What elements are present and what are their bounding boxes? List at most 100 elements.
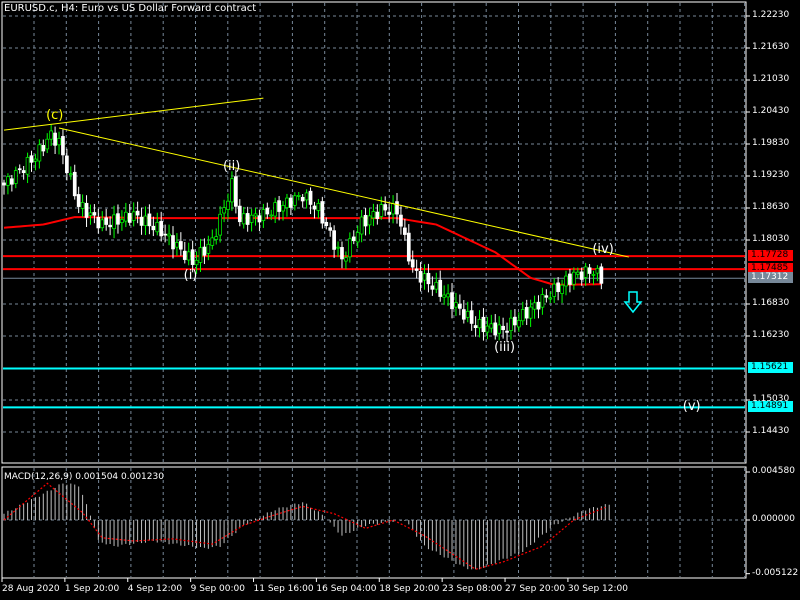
price-axis-label: 1.21630 xyxy=(752,42,790,52)
candle-body xyxy=(163,233,167,236)
candle-body xyxy=(556,282,560,293)
candle-body xyxy=(418,271,423,283)
candle-body xyxy=(123,211,128,222)
candle-body xyxy=(363,214,368,227)
moving-average-line xyxy=(3,216,602,286)
candle-body xyxy=(599,266,604,284)
candle-body xyxy=(552,283,557,297)
candle-body xyxy=(465,310,470,318)
trendline xyxy=(58,127,629,258)
candle-body xyxy=(147,213,152,227)
price-chart[interactable] xyxy=(0,0,800,600)
candle-body xyxy=(281,205,285,212)
candle-body xyxy=(316,202,321,211)
candle-body xyxy=(21,170,26,174)
candle-body xyxy=(332,230,336,250)
time-axis-label: 30 Sep 12:00 xyxy=(567,584,628,594)
candle-body xyxy=(13,170,18,184)
trendline xyxy=(3,97,264,131)
macd-axis-label: 0.004580 xyxy=(752,466,795,476)
price-axis-label: 1.14430 xyxy=(752,426,790,436)
candle-body xyxy=(182,250,187,260)
down-arrow-icon xyxy=(623,291,643,314)
candle-body xyxy=(230,178,234,203)
candle-body xyxy=(135,210,140,216)
candle-body xyxy=(245,213,250,225)
candle-body xyxy=(591,274,596,276)
candle-body xyxy=(25,157,30,175)
time-axis-label: 1 Sep 20:00 xyxy=(64,584,120,594)
candle-body xyxy=(57,138,61,146)
price-level-tag: 1.15621 xyxy=(748,362,793,374)
candle-body xyxy=(438,279,443,297)
candle-body xyxy=(359,216,364,235)
candle-body xyxy=(532,302,537,310)
candle-body xyxy=(210,237,215,246)
candle-body xyxy=(2,182,6,186)
candle-body xyxy=(583,266,588,278)
time-axis-label: 28 Aug 2020 xyxy=(2,584,60,594)
candle-body xyxy=(277,200,281,212)
candle-body xyxy=(485,325,490,333)
candle-body xyxy=(120,219,124,224)
candle-body xyxy=(505,330,509,333)
candle-body xyxy=(285,197,289,208)
wave-label: (ii) xyxy=(222,158,241,174)
candle-body xyxy=(406,232,411,262)
price-axis-label: 1.16230 xyxy=(752,330,790,340)
candle-body xyxy=(218,213,222,236)
candle-body xyxy=(171,235,175,250)
price-level-tag: 1.17728 xyxy=(748,250,793,262)
candle-body xyxy=(347,238,352,258)
time-axis-label: 27 Sep 20:00 xyxy=(505,584,566,594)
candle-body xyxy=(513,316,517,326)
candle-body xyxy=(312,205,317,210)
candle-body xyxy=(434,281,439,290)
candle-body xyxy=(186,251,191,261)
candle-body xyxy=(355,232,360,243)
wave-label: (v) xyxy=(682,398,701,414)
candle-body xyxy=(127,213,132,223)
candle-body xyxy=(41,145,46,152)
candle-body xyxy=(198,247,203,263)
candle-body xyxy=(351,236,356,242)
price-axis-label: 1.18030 xyxy=(752,234,790,244)
candle-body xyxy=(45,138,50,150)
candle-body xyxy=(469,310,474,324)
candle-body xyxy=(473,325,478,328)
candle-body xyxy=(461,309,466,320)
candle-body xyxy=(10,178,14,185)
time-axis-label: 18 Sep 20:00 xyxy=(379,584,440,594)
candle-body xyxy=(155,221,160,233)
candle-body xyxy=(96,216,101,229)
candle-body xyxy=(261,209,266,222)
wave-label: (c) xyxy=(46,108,64,124)
candle-body xyxy=(430,285,435,290)
candle-body xyxy=(568,273,572,285)
candle-body xyxy=(587,267,592,274)
candle-body xyxy=(328,227,333,231)
candle-body xyxy=(579,271,584,280)
macd-label: MACD(12,26,9) 0.001504 0.001230 xyxy=(4,472,164,482)
candle-body xyxy=(234,176,238,207)
candle-body xyxy=(72,171,77,197)
candle-body xyxy=(88,212,93,216)
candle-body xyxy=(257,215,262,223)
price-level-tag: 1.17312 xyxy=(748,272,793,284)
candle-body xyxy=(575,271,580,275)
candle-body xyxy=(116,213,120,225)
candle-body xyxy=(33,158,38,162)
candle-body xyxy=(481,316,486,333)
candle-body xyxy=(403,227,407,235)
candle-body xyxy=(340,247,344,260)
candle-body xyxy=(179,241,183,250)
candle-body xyxy=(528,306,533,319)
candle-body xyxy=(104,217,109,225)
candle-body xyxy=(308,190,313,205)
candle-body xyxy=(100,219,105,229)
wave-label: (iii) xyxy=(494,340,516,356)
candle-body xyxy=(159,221,164,237)
candle-body xyxy=(17,168,22,171)
candle-body xyxy=(344,257,348,262)
candle-body xyxy=(53,132,57,146)
